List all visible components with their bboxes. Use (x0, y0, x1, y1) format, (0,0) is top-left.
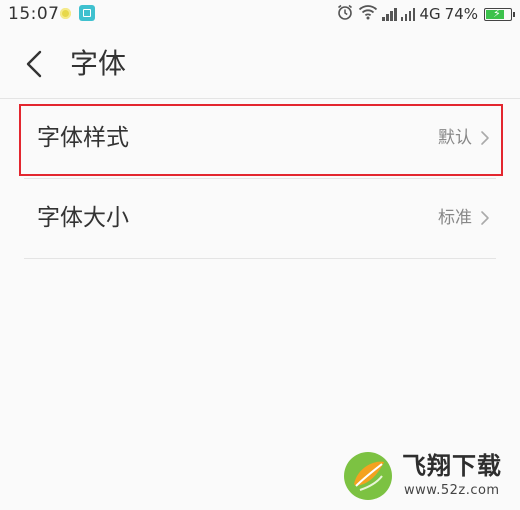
settings-list: 字体样式 默认 字体大小 标准 (0, 99, 520, 259)
chevron-right-icon (481, 211, 489, 225)
status-indicators: 4G 74% ⚡ (336, 3, 515, 26)
battery-percent: 74% (444, 5, 478, 23)
battery-icon: ⚡ (484, 6, 515, 21)
watermark-title: 飞翔下载 (402, 452, 502, 480)
wifi-icon (358, 4, 378, 25)
back-button[interactable] (18, 46, 52, 82)
setting-value: 标准 (438, 208, 472, 228)
signal-icon (382, 7, 397, 21)
notification-dot-icon (60, 8, 71, 19)
list-divider (24, 258, 496, 259)
page-title: 字体 (70, 47, 127, 80)
network-type: 4G (419, 5, 441, 23)
settings-screen: 15:07 4G 74% ⚡ 字体 字体样式 默认 字体大小 标准 飞翔下载 w… (0, 0, 520, 510)
charging-bolt-icon: ⚡ (493, 6, 501, 20)
chevron-right-icon (481, 131, 489, 145)
signal-icon-2 (400, 7, 416, 21)
setting-item-font-size[interactable]: 字体大小 标准 (0, 179, 520, 259)
status-bar: 15:07 4G 74% ⚡ (0, 0, 520, 30)
setting-label: 字体大小 (37, 205, 129, 231)
setting-label: 字体样式 (37, 125, 129, 151)
setting-item-font-style[interactable]: 字体样式 默认 (0, 99, 520, 179)
watermark-url: www.52z.com (404, 483, 500, 498)
app-notification-icon (79, 5, 95, 21)
status-time: 15:07 (8, 4, 60, 24)
alarm-icon (336, 3, 354, 26)
watermark-logo: 飞翔下载 www.52z.com (342, 446, 514, 506)
setting-value: 默认 (438, 128, 472, 148)
leaf-logo-icon (344, 452, 392, 500)
app-header: 字体 (0, 30, 520, 99)
chevron-left-icon (26, 50, 42, 78)
